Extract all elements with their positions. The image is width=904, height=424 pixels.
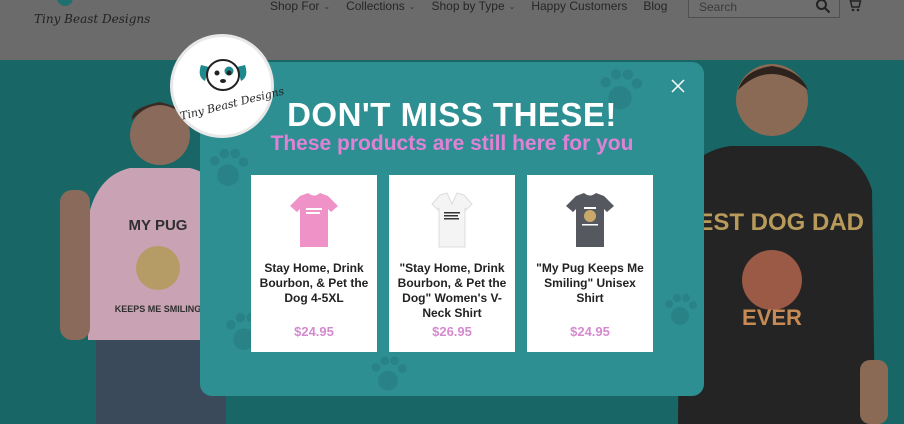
nav-label: Collections xyxy=(346,0,405,13)
logo-dog-icon xyxy=(57,0,73,6)
cart-icon[interactable] xyxy=(846,0,862,13)
svg-text:KEEPS ME SMILING: KEEPS ME SMILING xyxy=(115,304,202,314)
product-card[interactable]: Stay Home, Drink Bourbon, & Pet the Dog … xyxy=(251,175,377,352)
product-image-grey-pug-shirt[interactable] xyxy=(560,190,620,250)
product-title[interactable]: "My Pug Keeps Me Smiling" Unisex Shirt xyxy=(535,261,645,306)
search-placeholder: Search xyxy=(699,0,738,14)
site-logo-text: Tiny Beast Designs xyxy=(34,12,151,26)
exit-intent-popup: DON'T MISS THESE! These products are sti… xyxy=(200,62,704,396)
product-price: $24.95 xyxy=(294,324,334,339)
chevron-down-icon: ⌄ xyxy=(323,1,331,11)
main-nav: Shop For ⌄ Collections ⌄ Shop by Type ⌄ Hap… xyxy=(262,0,675,15)
nav-shop-by-type[interactable]: Shop by Type ⌄ xyxy=(423,0,523,15)
paw-icon xyxy=(371,356,407,391)
popup-subheadline: These products are still here for you xyxy=(270,132,634,155)
nav-happy-customers[interactable]: Happy Customers xyxy=(523,0,635,15)
nav-label: Shop by Type xyxy=(431,0,505,13)
left-shirt-text: MY PUG xyxy=(129,217,188,234)
site-logo[interactable]: Tiny Beast Designs xyxy=(30,0,150,32)
svg-text:EVER: EVER xyxy=(742,305,802,330)
product-card[interactable]: "My Pug Keeps Me Smiling" Unisex Shirt $… xyxy=(527,175,653,352)
chevron-down-icon: ⌄ xyxy=(508,1,516,11)
nav-collections[interactable]: Collections ⌄ xyxy=(338,0,423,15)
site-header: Tiny Beast Designs Shop For ⌄ Collections… xyxy=(0,0,904,60)
search-input[interactable]: Search xyxy=(688,0,840,18)
product-title[interactable]: Stay Home, Drink Bourbon, & Pet the Dog … xyxy=(259,261,369,306)
paw-icon xyxy=(665,294,697,325)
chevron-down-icon: ⌄ xyxy=(408,1,416,11)
close-icon[interactable] xyxy=(670,78,686,94)
nav-blog[interactable]: Blog xyxy=(635,0,675,15)
product-title[interactable]: "Stay Home, Drink Bourbon, & Pet the Dog… xyxy=(397,261,507,321)
svg-text:BEST DOG DAD: BEST DOG DAD xyxy=(680,209,864,236)
product-card[interactable]: "Stay Home, Drink Bourbon, & Pet the Dog… xyxy=(389,175,515,352)
product-price: $26.95 xyxy=(432,324,472,339)
nav-label: Shop For xyxy=(270,0,320,13)
product-image-white-vneck-shirt[interactable] xyxy=(422,190,482,250)
product-price: $24.95 xyxy=(570,324,610,339)
nav-shop-for[interactable]: Shop For ⌄ xyxy=(262,0,338,15)
nav-label: Happy Customers xyxy=(531,0,628,13)
product-image-pink-tshirt[interactable] xyxy=(284,190,344,250)
dog-face-icon xyxy=(199,59,247,91)
nav-label: Blog xyxy=(643,0,668,13)
popup-logo-badge: Tiny Beast Designs xyxy=(170,34,285,138)
search-icon[interactable] xyxy=(815,0,831,14)
popup-headline: DON'T MISS THESE! xyxy=(287,96,617,133)
